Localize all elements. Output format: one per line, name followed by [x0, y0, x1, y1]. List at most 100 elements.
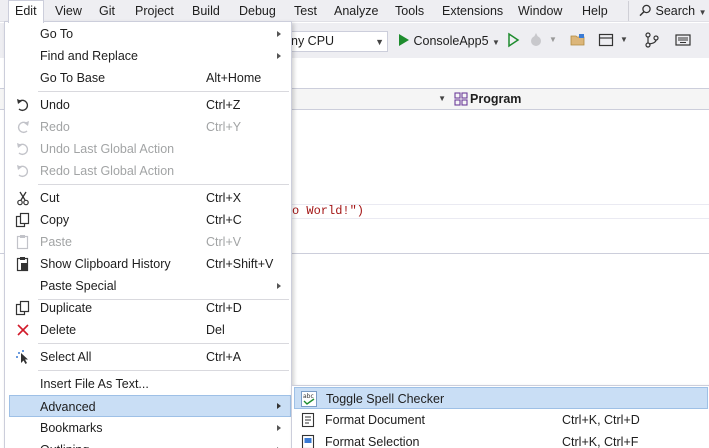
menu-item-label: Find and Replace [40, 49, 138, 63]
menu-item-label: Undo Last Global Action [40, 142, 175, 156]
copy-icon [15, 212, 30, 228]
menu-view[interactable]: View [49, 0, 88, 22]
menu-item-label: Undo [40, 98, 70, 112]
menu-separator [38, 370, 289, 371]
menu-item-toggle-spell-checker[interactable]: abc Toggle Spell Checker [294, 387, 708, 409]
menu-item-label: Go To Base [40, 71, 106, 85]
menu-item-delete[interactable]: Delete Del [9, 319, 291, 341]
keyboard-icon[interactable] [675, 32, 691, 48]
chevron-down-icon: ▼ [375, 37, 384, 47]
menu-tools[interactable]: Tools [389, 0, 430, 22]
menu-project[interactable]: Project [129, 0, 180, 22]
menu-debug[interactable]: Debug [233, 0, 282, 22]
menu-item-find-and-replace[interactable]: Find and Replace [9, 45, 291, 67]
member-dropdown-label: Program [470, 92, 522, 106]
menu-item-shortcut: Ctrl+K, Ctrl+D [562, 413, 640, 427]
menu-item-label: Go To [40, 27, 74, 41]
menu-item-redo[interactable]: Redo Ctrl+Y [9, 116, 291, 138]
menu-item-label: Show Clipboard History [40, 257, 171, 271]
menu-item-label: Redo [40, 120, 70, 134]
hot-reload-icon[interactable] [528, 32, 544, 48]
menu-item-label: Format Document [325, 413, 426, 427]
submenu-arrow-icon [277, 283, 281, 289]
start-without-debugging-icon[interactable] [505, 32, 521, 48]
svg-text:abc: abc [303, 393, 314, 400]
type-dropdown[interactable]: ▼ [288, 91, 448, 108]
menu-window[interactable]: Window [512, 0, 568, 22]
menu-item-paste-special[interactable]: Paste Special [9, 275, 291, 297]
menu-item-shortcut: Ctrl+A [206, 350, 242, 364]
window-layout-icon[interactable] [598, 32, 614, 48]
menu-build[interactable]: Build [186, 0, 226, 22]
duplicate-icon [15, 300, 30, 316]
menu-item-label: Cut [40, 191, 60, 205]
submenu-arrow-icon [277, 425, 281, 431]
menu-separator [38, 91, 289, 92]
paste-icon [16, 235, 29, 250]
search-icon [639, 4, 651, 17]
menu-item-redo-last-global-action[interactable]: Redo Last Global Action [9, 160, 291, 182]
menu-git[interactable]: Git [93, 0, 121, 22]
menu-bar: Edit View Git Project Build Debug Test A… [0, 0, 709, 23]
chevron-down-icon: ▼ [549, 35, 557, 44]
chevron-down-icon: ▼ [492, 38, 500, 47]
menu-item-cut[interactable]: Cut Ctrl+X [9, 187, 291, 209]
menu-item-go-to-base[interactable]: Go To Base Alt+Home [9, 67, 291, 89]
run-target-label: ConsoleApp5 [413, 34, 489, 48]
class-icon [454, 92, 468, 106]
chevron-down-icon: ▼ [438, 94, 446, 103]
open-folder-icon[interactable] [570, 32, 586, 48]
git-branch-icon[interactable] [644, 32, 660, 48]
menu-item-shortcut: Ctrl+Y [206, 120, 242, 134]
submenu-arrow-icon [277, 53, 281, 59]
menu-help[interactable]: Help [576, 0, 614, 22]
solution-platform-combo[interactable]: ny CPU ▼ [284, 31, 388, 52]
menu-item-advanced[interactable]: Advanced [9, 395, 291, 417]
menu-separator [38, 343, 289, 344]
redo-icon [17, 121, 29, 134]
menu-extensions[interactable]: Extensions [436, 0, 509, 22]
menu-item-undo[interactable]: Undo Ctrl+Z [9, 94, 291, 116]
menu-item-shortcut: Ctrl+Shift+V [206, 257, 274, 271]
menu-item-label: Paste Special [40, 279, 117, 293]
menu-item-paste[interactable]: Paste Ctrl+V [9, 231, 291, 253]
menu-test[interactable]: Test [288, 0, 323, 22]
menu-item-bookmarks[interactable]: Bookmarks [9, 417, 291, 439]
menu-analyze[interactable]: Analyze [328, 0, 384, 22]
clipboard-history-icon [16, 257, 29, 272]
menu-item-shortcut: Del [206, 323, 225, 337]
menu-item-shortcut: Ctrl+Z [206, 98, 241, 112]
menu-item-label: Bookmarks [40, 421, 103, 435]
menu-item-shortcut: Ctrl+K, Ctrl+F [562, 435, 639, 448]
play-icon [399, 34, 409, 46]
menu-item-label: Duplicate [40, 301, 93, 315]
menu-item-show-clipboard-history[interactable]: Show Clipboard History Ctrl+Shift+V [9, 253, 291, 275]
menu-item-insert-file-as-text[interactable]: Insert File As Text... [9, 373, 291, 395]
spell-check-icon: abc [301, 391, 317, 407]
submenu-arrow-icon [277, 403, 281, 409]
select-all-icon [16, 350, 28, 364]
chevron-down-icon: ▼ [620, 35, 628, 44]
menu-item-format-selection[interactable]: Format Selection Ctrl+K, Ctrl+F [294, 431, 708, 448]
menu-item-label: Delete [40, 323, 77, 337]
menu-item-select-all[interactable]: Select All Ctrl+A [9, 346, 291, 368]
menu-item-label: Advanced [40, 400, 96, 414]
menu-item-format-document[interactable]: Format Document Ctrl+K, Ctrl+D [294, 409, 708, 431]
chevron-down-icon: ▼ [698, 8, 707, 17]
menu-item-label: Paste [40, 235, 72, 249]
menu-item-shortcut: Ctrl+D [206, 301, 242, 315]
menu-item-copy[interactable]: Copy Ctrl+C [9, 209, 291, 231]
menu-item-duplicate[interactable]: Duplicate Ctrl+D [9, 297, 291, 319]
menu-item-undo-last-global-action[interactable]: Undo Last Global Action [9, 138, 291, 160]
start-debugging-button[interactable]: ConsoleApp5 ▼ [396, 31, 500, 52]
search-box[interactable]: Search ▼ [628, 1, 709, 21]
member-dropdown[interactable]: Program [450, 91, 709, 108]
redo-global-icon [17, 165, 29, 178]
menu-item-go-to[interactable]: Go To [9, 23, 291, 45]
menu-item-outlining[interactable]: Outlining [9, 439, 291, 448]
string-literal: o World!") [292, 204, 365, 218]
submenu-arrow-icon [277, 31, 281, 37]
menu-edit[interactable]: Edit [8, 0, 44, 23]
format-document-icon [301, 412, 315, 428]
edit-menu-dropdown: Go To Find and Replace Go To Base Alt+Ho… [4, 21, 292, 448]
